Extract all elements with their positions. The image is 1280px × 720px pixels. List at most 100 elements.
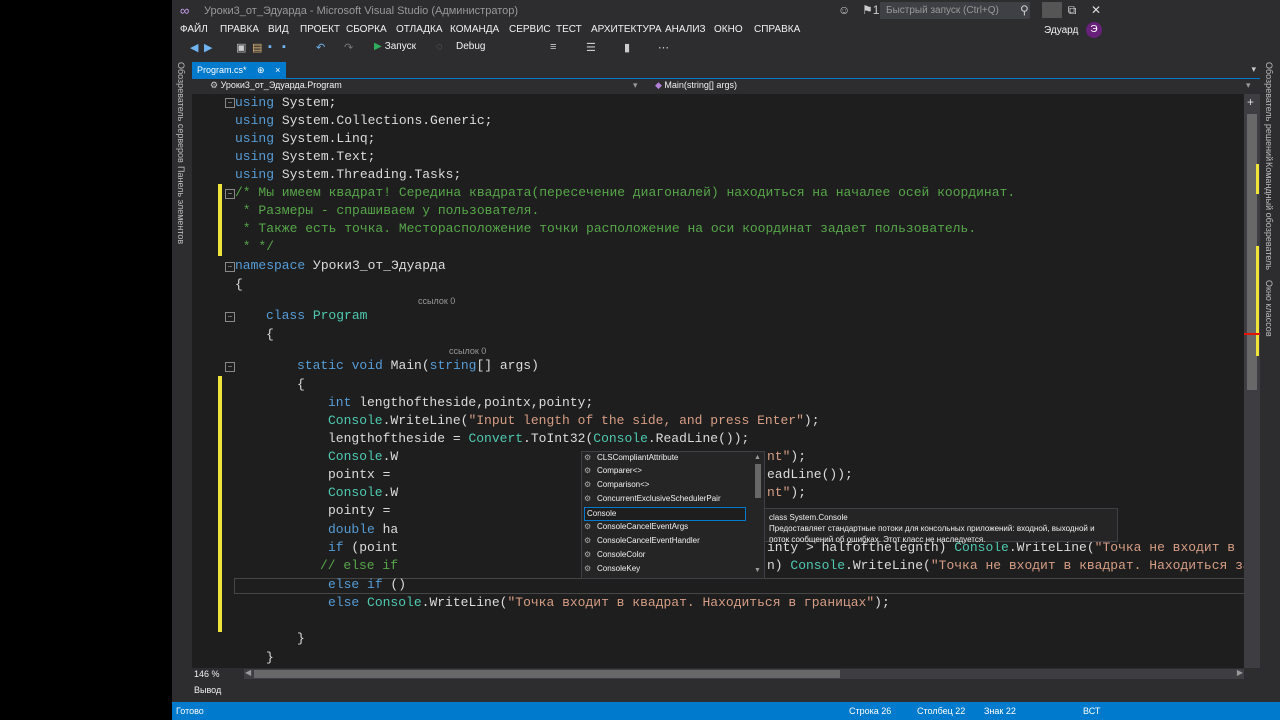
save-all-icon[interactable]: ▪	[282, 41, 286, 53]
status-text: Готово	[176, 706, 204, 716]
completion-item-selected[interactable]: Console	[584, 507, 746, 521]
new-project-icon[interactable]: ▣	[236, 41, 246, 54]
attach-icon[interactable]: ◌	[436, 41, 443, 53]
search-icon[interactable]: ⚲	[1020, 3, 1029, 17]
zoom-level[interactable]: 146 %	[194, 669, 230, 679]
config-select[interactable]: Debug	[456, 41, 500, 52]
code-text: );	[790, 485, 807, 500]
horizontal-scroll-thumb[interactable]	[254, 670, 840, 678]
fold-toggle[interactable]: −	[225, 262, 235, 272]
tab-program-cs[interactable]: Program.cs* ⊕ ×	[192, 62, 287, 78]
open-icon[interactable]: ▤	[252, 41, 262, 54]
code-text: .W	[382, 449, 399, 464]
menu-view[interactable]: ВИД	[268, 24, 289, 35]
menu-edit[interactable]: ПРАВКА	[220, 24, 259, 35]
start-button[interactable]: ▶ Запуск	[374, 41, 416, 52]
completion-item[interactable]: ⚙ Comparer<>	[584, 465, 748, 477]
menu-build[interactable]: СБОРКА	[346, 24, 387, 35]
scroll-left-icon[interactable]: ◀	[245, 668, 251, 677]
completion-item[interactable]: ⚙ ConsoleColor	[584, 549, 748, 561]
fold-toggle[interactable]: −	[225, 189, 235, 199]
solution-explorer-tab[interactable]: Обозреватель решений	[1264, 62, 1274, 161]
code-text: ha	[374, 522, 399, 537]
member-dropdown-arrow-icon[interactable]: ▾	[1246, 80, 1251, 91]
user-avatar[interactable]: Э	[1086, 22, 1102, 38]
type-name: Convert	[468, 431, 524, 446]
menu-file[interactable]: ФАЙЛ	[180, 24, 208, 35]
code-text: );	[790, 449, 807, 464]
save-icon[interactable]: ▪	[268, 41, 272, 53]
account-thumbnail[interactable]	[1042, 2, 1062, 18]
fold-toggle[interactable]: −	[225, 98, 235, 108]
bookmark-icon[interactable]: ☰	[586, 41, 596, 54]
string-literal: "Точка входит в квадрат. Находиться в гр…	[507, 595, 875, 610]
restore-button[interactable]: ⧉	[1062, 2, 1082, 18]
intellisense-list[interactable]: ⚙ CLSCompliantAttribute ⚙ Comparer<> ⚙ Comp…	[581, 451, 765, 579]
completion-item[interactable]: ⚙ CLSCompliantAttribute	[584, 452, 748, 464]
class-dropdown-arrow-icon[interactable]: ▾	[633, 80, 638, 91]
menu-test[interactable]: ТЕСТ	[556, 24, 582, 35]
changed-lines-marker	[218, 184, 222, 256]
toolbar-more-icon[interactable]: ⋯	[658, 41, 669, 54]
menu-debug[interactable]: ОТЛАДКА	[396, 24, 443, 35]
code-line: {	[235, 277, 243, 292]
code-text: .ReadLine());	[647, 431, 750, 446]
completion-scroll-thumb[interactable]	[755, 464, 761, 498]
redo-icon[interactable]: ↷	[344, 41, 353, 54]
completion-item[interactable]: ⚙ ConcurrentExclusiveSchedulerPair	[584, 493, 748, 505]
left-tool-strip: Обозреватель серверов Панель элементов	[172, 60, 192, 700]
menu-project[interactable]: ПРОЕКТ	[300, 24, 340, 35]
black-border	[0, 0, 172, 720]
class-dropdown[interactable]: ⚙ Уроки3_от_Эдуарда.Program	[210, 80, 342, 91]
code-line: Console.W	[328, 484, 398, 502]
output-tab[interactable]: Вывод	[194, 685, 221, 695]
close-button[interactable]: ✕	[1086, 2, 1106, 18]
code-text: lengthoftheside,pointx,pointy;	[351, 395, 594, 410]
class-icon: ⚙	[210, 80, 221, 90]
bookmark-clear-icon[interactable]: ▮	[624, 41, 630, 54]
member-dropdown[interactable]: ◆ Main(string[] args)	[655, 80, 737, 91]
server-explorer-tab[interactable]: Обозреватель серверов	[176, 62, 186, 163]
class-view-tab[interactable]: Окно классов	[1264, 280, 1274, 337]
toolbox-tab[interactable]: Панель элементов	[176, 166, 186, 244]
completion-item[interactable]: ⚙ ConsoleCancelEventHandler	[584, 535, 748, 547]
menu-help[interactable]: СПРАВКА	[754, 24, 800, 35]
close-tab-icon[interactable]: ×	[275, 65, 280, 75]
codelens-references[interactable]: ссылок 0	[418, 296, 455, 306]
completion-item[interactable]: ⚙ ConsoleKey	[584, 563, 748, 575]
pin-icon[interactable]: ⊕	[257, 65, 265, 75]
tabs-dropdown-icon[interactable]: ▾	[1251, 64, 1256, 75]
team-explorer-tab[interactable]: Командный обозреватель	[1264, 162, 1274, 270]
delegate-icon: ⚙	[584, 536, 592, 545]
split-icon[interactable]: +	[1247, 95, 1254, 109]
user-name[interactable]: Эдуард	[1044, 25, 1078, 36]
menu-window[interactable]: ОКНО	[714, 24, 743, 35]
code-editor[interactable]: − − − − − using System; using System.Col…	[192, 94, 1252, 668]
editor-horizontal-scrollbar[interactable]: ◀ ▶	[244, 668, 1244, 679]
codelens-references[interactable]: ссылок 0	[449, 346, 486, 356]
scroll-right-icon[interactable]: ▶	[1237, 668, 1243, 677]
completion-scrollbar[interactable]: ▲ ▼	[754, 454, 762, 574]
feedback-icon[interactable]: ☺	[838, 3, 850, 17]
delegate-icon: ⚙	[584, 480, 592, 489]
editor-vertical-scrollbar[interactable]: +	[1244, 94, 1260, 668]
quick-launch-input[interactable]: Быстрый запуск (Ctrl+Q)	[880, 2, 1030, 19]
scroll-down-icon[interactable]: ▼	[754, 567, 761, 574]
fold-toggle[interactable]: −	[225, 312, 235, 322]
completion-item[interactable]: ⚙ Comparison<>	[584, 479, 748, 491]
completion-label: ConcurrentExclusiveSchedulerPair	[597, 494, 721, 503]
menu-architecture[interactable]: АРХИТЕКТУРА	[591, 24, 661, 35]
menu-analyze[interactable]: АНАЛИЗ	[665, 24, 706, 35]
completion-item[interactable]: ⚙ ConsoleCancelEventArgs	[584, 521, 748, 533]
menu-team[interactable]: КОМАНДА	[450, 24, 499, 35]
notification-flag-icon[interactable]: ⚑1	[862, 3, 879, 17]
menu-tools[interactable]: СЕРВИС	[509, 24, 551, 35]
fold-toggle[interactable]: −	[225, 362, 235, 372]
tooltip-text: поток сообщений об ошибках. Этот класс н…	[769, 535, 986, 544]
back-icon[interactable]: ◀	[190, 41, 198, 54]
forward-icon[interactable]: ▶	[204, 41, 212, 54]
scroll-up-icon[interactable]: ▲	[754, 454, 761, 461]
completion-label: CLSCompliantAttribute	[597, 453, 679, 462]
undo-icon[interactable]: ↶	[316, 41, 325, 54]
format-icon[interactable]: ≡	[550, 41, 556, 53]
